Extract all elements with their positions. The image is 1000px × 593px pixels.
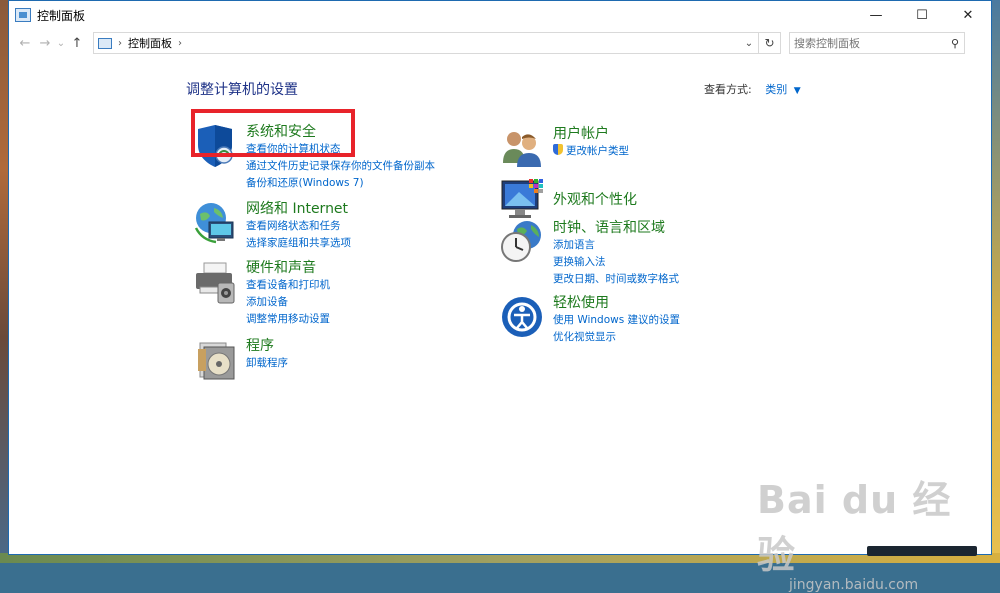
link-windows-recommended-settings[interactable]: 使用 Windows 建议的设置 <box>553 312 680 329</box>
link-add-device[interactable]: 添加设备 <box>246 294 330 311</box>
clock-globe-icon[interactable] <box>499 219 545 265</box>
watermark: Bai du 经验 jingyan.baidu.com <box>757 469 977 593</box>
category-title-ease-of-access[interactable]: 轻松使用 <box>553 294 680 312</box>
programs-disc-icon[interactable] <box>192 337 238 383</box>
link-optimize-visual-display[interactable]: 优化视觉显示 <box>553 329 680 346</box>
back-button[interactable]: ← <box>15 32 35 54</box>
link-backup-restore[interactable]: 备份和还原(Windows 7) <box>246 175 435 192</box>
search-icon[interactable]: ⚲ <box>951 37 959 50</box>
control-panel-window: 控制面板 — ☐ ✕ ← → ⌄ ↑ › 控制面板 › ⌄ ↻ ⚲ 调整计算机的… <box>8 0 992 593</box>
main-content: 调整计算机的设置 查看方式: 类别 ▼ 系统和安全 查看你的计算机状态 通过文件… <box>9 57 991 593</box>
navigation-bar: ← → ⌄ ↑ › 控制面板 › ⌄ ↻ ⚲ <box>9 29 991 57</box>
recent-locations-button[interactable]: ⌄ <box>55 32 67 54</box>
category-title-appearance[interactable]: 外观和个性化 <box>553 191 637 209</box>
category-ease-of-access: 轻松使用 使用 Windows 建议的设置 优化视觉显示 <box>499 294 680 346</box>
ease-of-access-icon[interactable] <box>499 294 545 340</box>
view-by-label: 查看方式: <box>704 83 752 96</box>
window-controls: — ☐ ✕ <box>853 1 991 29</box>
search-box[interactable]: ⚲ <box>789 32 965 54</box>
link-add-language[interactable]: 添加语言 <box>553 237 679 254</box>
breadcrumb-separator-end[interactable]: › <box>178 38 182 49</box>
view-by-dropdown[interactable]: 类别 <box>765 83 787 96</box>
category-title-hardware-sound[interactable]: 硬件和声音 <box>246 259 330 277</box>
link-file-history-backup[interactable]: 通过文件历史记录保存你的文件备份副本 <box>246 158 435 175</box>
link-uninstall-program[interactable]: 卸载程序 <box>246 355 288 372</box>
breadcrumb-separator: › <box>118 37 122 49</box>
control-panel-icon <box>15 8 31 22</box>
monitor-palette-icon[interactable] <box>499 177 545 223</box>
category-title-clock-region[interactable]: 时钟、语言和区域 <box>553 219 679 237</box>
link-network-status[interactable]: 查看网络状态和任务 <box>246 218 351 235</box>
up-button[interactable]: ↑ <box>67 32 87 54</box>
chevron-down-icon[interactable]: ▼ <box>794 86 801 96</box>
control-panel-small-icon <box>98 37 112 49</box>
category-title-programs[interactable]: 程序 <box>246 337 288 355</box>
title-bar[interactable]: 控制面板 — ☐ ✕ <box>9 1 991 29</box>
link-mobility-settings[interactable]: 调整常用移动设置 <box>246 311 330 328</box>
address-dropdown-icon[interactable]: ⌄ <box>740 38 758 49</box>
link-homegroup-sharing[interactable]: 选择家庭组和共享选项 <box>246 235 351 252</box>
breadcrumb-control-panel[interactable]: 控制面板 <box>128 35 172 51</box>
network-globe-icon[interactable] <box>192 200 238 246</box>
link-devices-printers[interactable]: 查看设备和打印机 <box>246 277 330 294</box>
category-title-network-internet[interactable]: 网络和 Internet <box>246 200 351 218</box>
category-title-user-accounts[interactable]: 用户帐户 <box>553 125 629 143</box>
category-appearance: 外观和个性化 <box>499 177 637 223</box>
window-title: 控制面板 <box>37 8 86 23</box>
category-programs: 程序 卸载程序 <box>192 337 288 383</box>
close-button[interactable]: ✕ <box>945 1 991 29</box>
search-input[interactable] <box>794 36 942 50</box>
category-network-internet: 网络和 Internet 查看网络状态和任务 选择家庭组和共享选项 <box>192 200 351 252</box>
refresh-button[interactable]: ↻ <box>759 32 781 54</box>
maximize-button[interactable]: ☐ <box>899 1 945 29</box>
category-user-accounts: 用户帐户 更改帐户类型 <box>499 125 629 171</box>
category-hardware-sound: 硬件和声音 查看设备和打印机 添加设备 调整常用移动设置 <box>192 259 330 328</box>
minimize-button[interactable]: — <box>853 1 899 29</box>
desktop-left-edge <box>0 0 8 563</box>
watermark-url: jingyan.baidu.com <box>789 577 919 593</box>
link-change-input-method[interactable]: 更换输入法 <box>553 254 679 271</box>
category-clock-region: 时钟、语言和区域 添加语言 更换输入法 更改日期、时间或数字格式 <box>499 219 679 288</box>
page-heading: 调整计算机的设置 <box>186 82 298 98</box>
printer-speaker-icon[interactable] <box>192 259 238 305</box>
link-change-date-format[interactable]: 更改日期、时间或数字格式 <box>553 271 679 288</box>
view-by: 查看方式: 类别 ▼ <box>704 81 801 97</box>
users-icon[interactable] <box>499 125 545 171</box>
link-change-account-type[interactable]: 更改帐户类型 <box>553 143 629 160</box>
forward-button[interactable]: → <box>35 32 55 54</box>
highlight-annotation-box <box>191 109 355 157</box>
address-bar[interactable]: › 控制面板 › ⌄ <box>93 32 759 54</box>
taskbar-fragment <box>867 546 977 556</box>
